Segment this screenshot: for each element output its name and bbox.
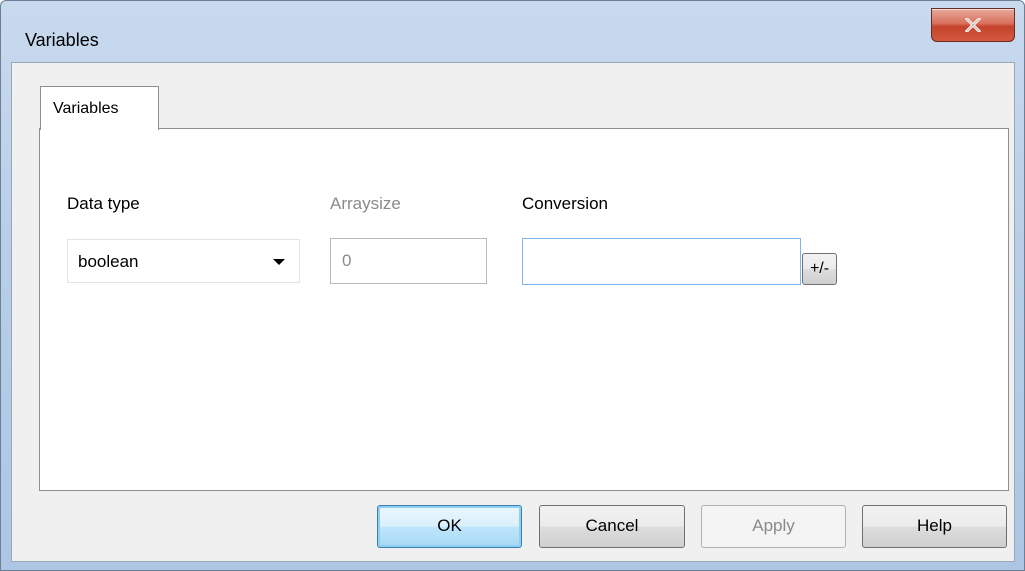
tab-variables[interactable]: Variables (40, 86, 159, 130)
apply-button[interactable]: Apply (701, 505, 846, 548)
cancel-button[interactable]: Cancel (539, 505, 685, 548)
arraysize-label: Arraysize (330, 194, 401, 213)
data-type-label: Data type (67, 194, 140, 213)
variables-tab-panel: Data type Arraysize Conversion boolean 0… (39, 128, 1009, 491)
conversion-label: Conversion (522, 194, 608, 213)
variables-dialog: Variables Variables Data type Arraysize … (0, 0, 1025, 571)
data-type-select[interactable]: boolean (67, 239, 300, 283)
close-button[interactable] (931, 8, 1015, 42)
sign-toggle-button[interactable]: +/- (802, 253, 837, 285)
dialog-client-area: Variables Data type Arraysize Conversion… (11, 62, 1015, 562)
arraysize-value: 0 (342, 251, 352, 270)
arraysize-field[interactable]: 0 (330, 238, 487, 284)
chevron-down-icon (273, 259, 285, 265)
ok-button[interactable]: OK (377, 505, 522, 548)
close-icon (965, 18, 981, 32)
tab-variables-label: Variables (53, 100, 119, 117)
title-bar[interactable]: Variables (1, 1, 1024, 61)
help-button[interactable]: Help (862, 505, 1007, 548)
conversion-field[interactable] (522, 238, 801, 285)
data-type-selected-value: boolean (78, 252, 139, 271)
window-title: Variables (25, 30, 99, 50)
